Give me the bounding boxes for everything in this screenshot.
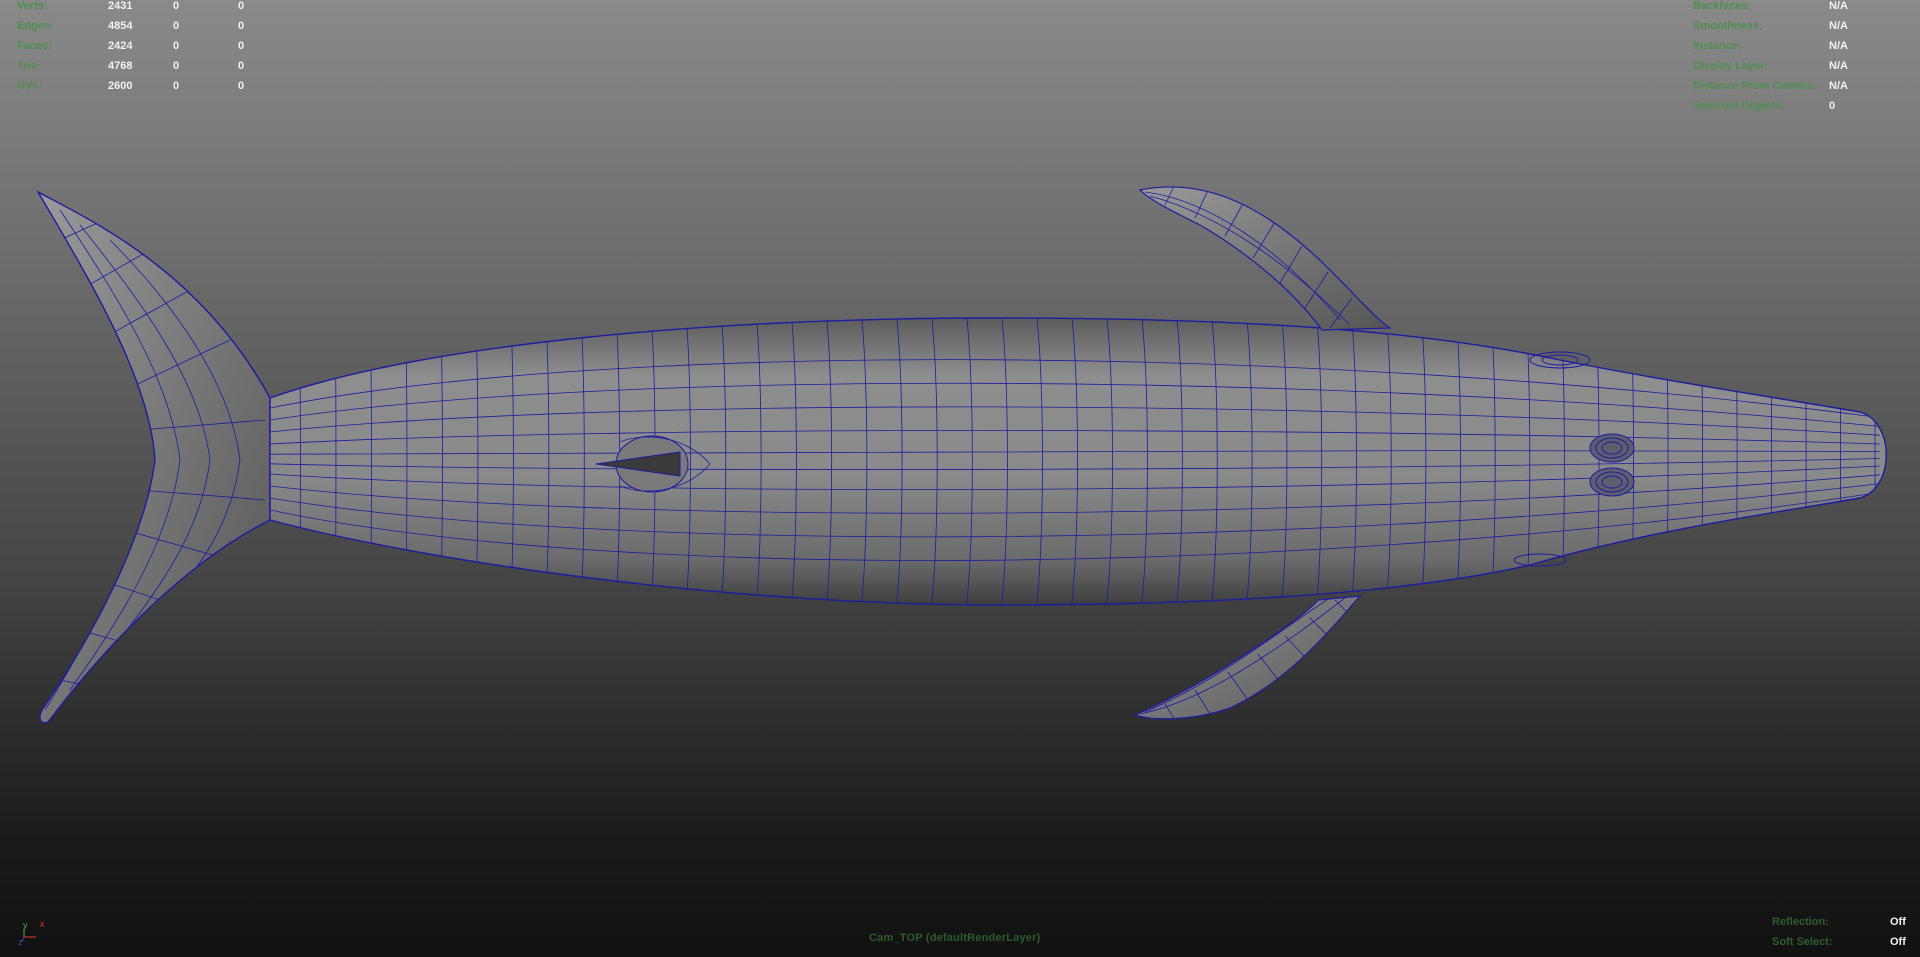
poly-stat-selected: 0 xyxy=(173,40,180,52)
pectoral-fin-top xyxy=(1138,186,1392,331)
poly-stat-row: Tris: 4768 0 0 xyxy=(17,56,244,76)
object-detail-value: N/A xyxy=(1829,20,1848,32)
poly-stat-selected-uv: 0 xyxy=(238,80,245,92)
poly-stat-label: Verts: xyxy=(17,0,48,12)
poly-stat-total: 2600 xyxy=(108,80,133,92)
object-detail-row: Distance From Camera: N/A xyxy=(1693,76,1848,96)
display-detail-value: Off xyxy=(1890,936,1906,948)
display-detail-row: Soft Select: Off xyxy=(1772,932,1906,952)
poly-stat-total: 2424 xyxy=(108,40,133,52)
display-detail-value: Off xyxy=(1890,916,1906,928)
object-detail-value: 0 xyxy=(1829,100,1836,112)
object-detail-value: N/A xyxy=(1829,0,1848,12)
object-detail-row: Display Layer: N/A xyxy=(1693,56,1848,76)
poly-stat-selected-uv: 0 xyxy=(238,40,245,52)
poly-stat-row: Faces: 2424 0 0 xyxy=(17,36,244,56)
object-detail-row: Instance: N/A xyxy=(1693,36,1848,56)
poly-stat-label: Edges: xyxy=(17,20,54,32)
object-detail-label: Selected Objects: xyxy=(1693,100,1786,112)
poly-count-hud: Verts: 2431 0 0 Edges: 4854 0 0 Faces: 2424 0 0 Tris… xyxy=(17,0,244,96)
object-detail-value: N/A xyxy=(1829,60,1848,72)
poly-stat-selected: 0 xyxy=(173,60,180,72)
display-detail-label: Reflection: xyxy=(1772,916,1829,928)
poly-stat-selected-uv: 0 xyxy=(238,20,245,32)
poly-stat-selected: 0 xyxy=(173,20,180,32)
object-detail-label: Smoothness: xyxy=(1693,20,1763,32)
viewport-3d[interactable]: Verts: 2431 0 0 Edges: 4854 0 0 Faces: 2424 0 0 Tris… xyxy=(0,0,1920,957)
object-detail-label: Backfaces: xyxy=(1693,0,1752,12)
object-detail-label: Instance: xyxy=(1693,40,1742,52)
poly-stat-selected: 0 xyxy=(173,0,180,12)
pectoral-fin-bottom xyxy=(1133,595,1362,720)
poly-stat-selected: 0 xyxy=(173,80,180,92)
axis-z-label: z xyxy=(18,937,23,945)
poly-stat-row: Edges: 4854 0 0 xyxy=(17,16,244,36)
poly-stat-row: Verts: 2431 0 0 xyxy=(17,0,244,16)
axis-y-label: y xyxy=(23,920,28,930)
object-detail-row: Smoothness: N/A xyxy=(1693,16,1848,36)
tail-fluke xyxy=(36,190,271,724)
camera-name-label[interactable]: Cam_TOP (defaultRenderLayer) xyxy=(869,932,1040,944)
axis-x-label: x xyxy=(40,919,45,929)
poly-stat-row: UVs: 2600 0 0 xyxy=(17,76,244,96)
poly-stat-total: 4854 xyxy=(108,20,133,32)
poly-stat-label: Faces: xyxy=(17,40,52,52)
poly-stat-label: Tris: xyxy=(17,60,41,72)
object-details-hud: Backfaces: N/A Smoothness: N/A Instance: N/A D… xyxy=(1693,0,1848,116)
object-detail-value: N/A xyxy=(1829,40,1848,52)
poly-stat-selected-uv: 0 xyxy=(238,60,245,72)
object-detail-label: Distance From Camera: xyxy=(1693,80,1817,92)
axis-gizmo-icon: y x z xyxy=(18,919,45,945)
display-details-hud: Reflection: Off Soft Select: Off xyxy=(1772,912,1906,952)
object-detail-row: Selected Objects: 0 xyxy=(1693,96,1848,116)
poly-stat-total: 2431 xyxy=(108,0,133,12)
poly-stat-total: 4768 xyxy=(108,60,133,72)
object-detail-value: N/A xyxy=(1829,80,1848,92)
display-detail-row: Reflection: Off xyxy=(1772,912,1906,932)
poly-stat-selected-uv: 0 xyxy=(238,0,245,12)
display-detail-label: Soft Select: xyxy=(1772,936,1833,948)
poly-stat-label: UVs: xyxy=(17,80,43,92)
whale-mesh[interactable] xyxy=(0,0,1920,957)
object-detail-row: Backfaces: N/A xyxy=(1693,0,1848,16)
object-detail-label: Display Layer: xyxy=(1693,60,1769,72)
